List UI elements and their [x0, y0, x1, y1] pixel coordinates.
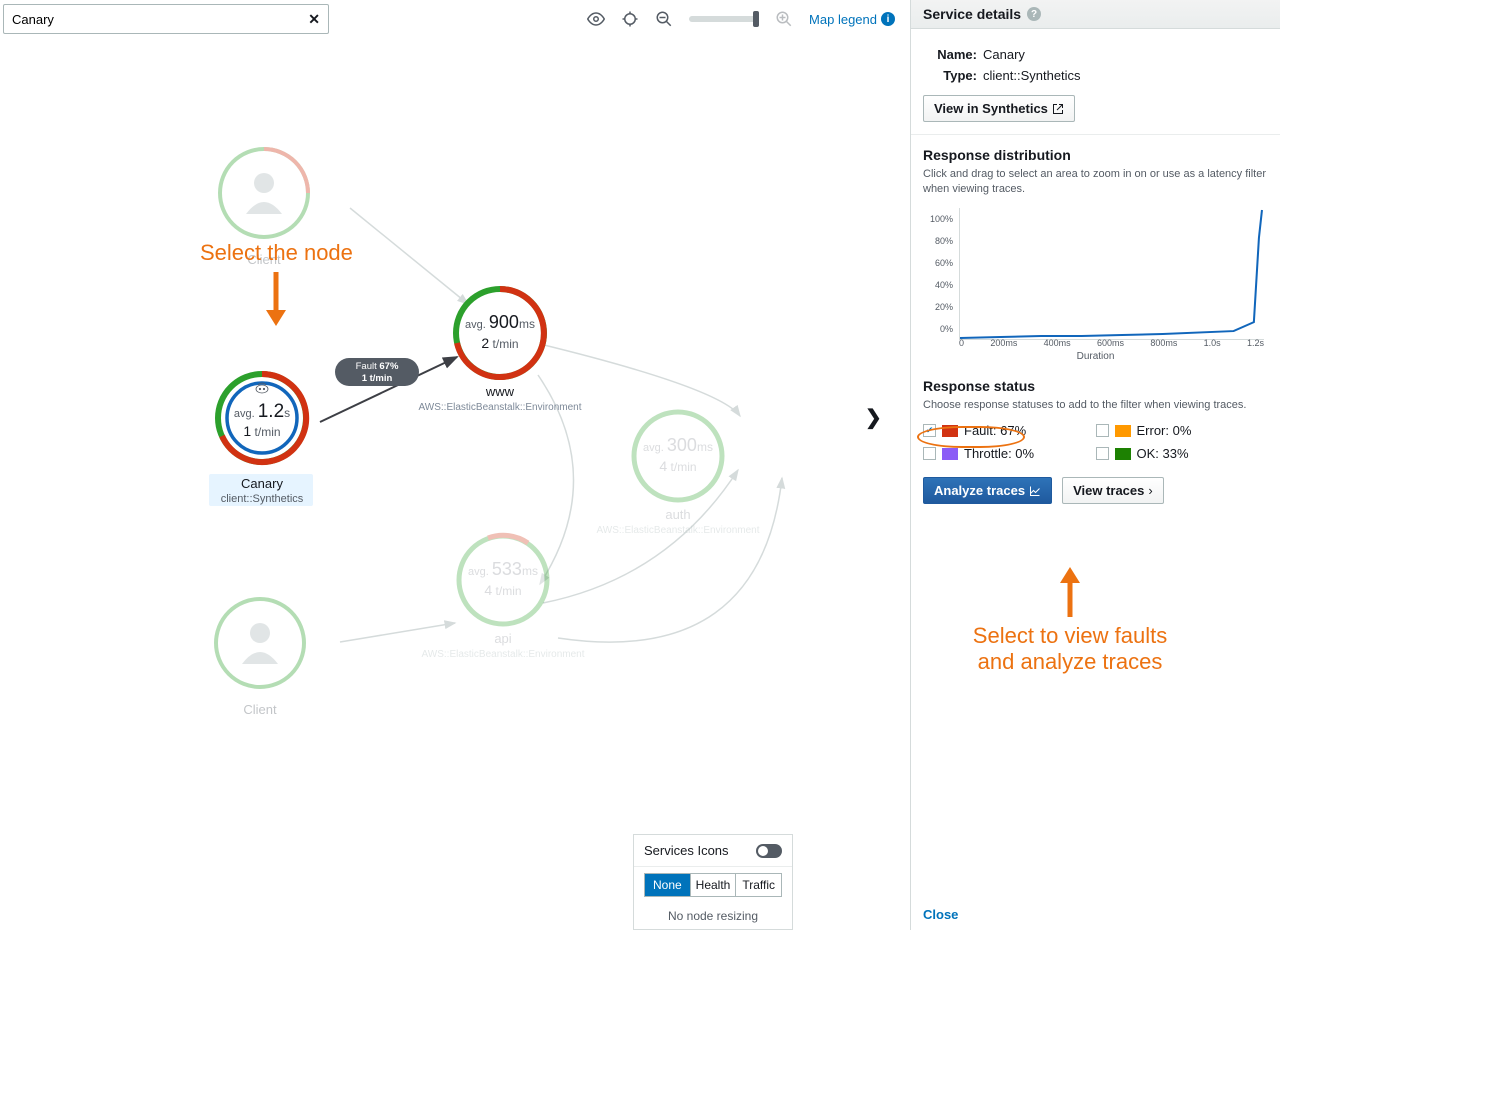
status-ok[interactable]: OK: 33% [1096, 446, 1269, 461]
fault-swatch [942, 425, 958, 437]
svg-text:auth: auth [665, 507, 690, 522]
svg-text:api: api [494, 631, 511, 646]
resp-dist-sub: Click and drag to select an area to zoom… [923, 167, 1268, 198]
seg-health[interactable]: Health [691, 874, 737, 896]
chart-x-labels: 0200ms400ms600ms800ms1.0s1.2s [959, 338, 1264, 348]
search-box[interactable]: ✕ [3, 4, 329, 34]
seg-traffic[interactable]: Traffic [736, 874, 781, 896]
status-error[interactable]: Error: 0% [1096, 423, 1269, 438]
close-panel-link[interactable]: Close [923, 907, 958, 922]
svg-text:Fault 67%: Fault 67% [356, 361, 399, 372]
chart-x-title: Duration [923, 351, 1268, 362]
status-fault[interactable]: Fault: 67% [923, 423, 1096, 438]
info-icon: i [881, 12, 895, 26]
search-input[interactable] [12, 12, 308, 27]
svg-text:2 t/min: 2 t/min [481, 335, 518, 351]
chart-y-labels: 100%80%60%40%20%0% [923, 208, 957, 340]
chart-icon [1029, 485, 1041, 497]
throttle-swatch [942, 448, 958, 460]
seg-none[interactable]: None [645, 874, 691, 896]
svg-text:AWS::ElasticBeanstalk::Environ: AWS::ElasticBeanstalk::Environment [421, 649, 584, 660]
svg-text:www: www [485, 384, 515, 399]
node-api[interactable]: avg. 533ms 4 t/min api AWS::ElasticBeans… [421, 535, 584, 660]
view-synthetics-button[interactable]: View in Synthetics [923, 95, 1075, 122]
node-client-bottom[interactable]: Client [216, 599, 304, 717]
name-label: Name: [923, 47, 977, 62]
help-icon[interactable]: ? [1027, 7, 1041, 21]
eye-icon[interactable] [587, 10, 605, 28]
edge-fault-badge: Fault 67% 1 t/min [335, 358, 419, 386]
details-title: Service details [923, 6, 1021, 22]
services-icons-title: Services Icons [644, 843, 729, 858]
target-icon[interactable] [621, 10, 639, 28]
svg-text:4 t/min: 4 t/min [484, 582, 521, 598]
throttle-checkbox[interactable] [923, 447, 936, 460]
name-value: Canary [983, 47, 1025, 62]
resize-label: No node resizing [634, 903, 792, 929]
zoom-in-icon[interactable] [775, 10, 793, 28]
response-distribution-chart[interactable]: 100%80%60%40%20%0% 0200ms400ms600ms800ms… [923, 208, 1268, 358]
type-label: Type: [923, 68, 977, 83]
annotation-analyze-traces: Select to view faults and analyze traces [965, 565, 1175, 676]
ok-swatch [1115, 448, 1131, 460]
resp-dist-title: Response distribution [923, 147, 1268, 163]
tool-icons: Map legend i [587, 10, 905, 28]
toolbar: ✕ Map legend i [3, 3, 905, 35]
svg-text:4 t/min: 4 t/min [659, 458, 696, 474]
svg-text:Canary: Canary [241, 476, 283, 491]
svg-text:AWS::ElasticBeanstalk::Environ: AWS::ElasticBeanstalk::Environment [418, 402, 581, 413]
svg-text:Client: Client [243, 702, 277, 717]
services-icons-toggle[interactable] [756, 844, 782, 858]
svg-text:client::Synthetics: client::Synthetics [221, 493, 304, 505]
svg-text:1 t/min: 1 t/min [243, 423, 280, 439]
service-details-panel: Service details ? Name: Canary Type: clien… [910, 0, 1280, 930]
error-checkbox[interactable] [1096, 424, 1109, 437]
node-canary[interactable]: avg. 1.2s 1 t/min Canary client::Synthet… [209, 374, 313, 506]
resp-status-sub: Choose response statuses to add to the f… [923, 398, 1268, 413]
service-map[interactable]: Fault 67% 1 t/min Client Client avg. 1.2… [0, 36, 905, 930]
chevron-right-icon: › [1148, 483, 1152, 498]
status-throttle[interactable]: Throttle: 0% [923, 446, 1096, 461]
zoom-slider-thumb[interactable] [753, 11, 759, 27]
resp-status-title: Response status [923, 378, 1268, 394]
fault-checkbox[interactable] [923, 424, 936, 437]
view-traces-button[interactable]: View traces › [1062, 477, 1164, 504]
svg-text:1 t/min: 1 t/min [362, 373, 393, 384]
type-value: client::Synthetics [983, 68, 1081, 83]
ok-checkbox[interactable] [1096, 447, 1109, 460]
clear-search-icon[interactable]: ✕ [308, 11, 320, 28]
zoom-out-icon[interactable] [655, 10, 673, 28]
external-link-icon [1052, 103, 1064, 115]
svg-text:AWS::ElasticBeanstalk::Environ: AWS::ElasticBeanstalk::Environment [596, 525, 759, 536]
side-expand-chevron-icon[interactable]: ❯ [865, 405, 882, 430]
error-swatch [1115, 425, 1131, 437]
annotation-select-node: Select the node [200, 240, 353, 330]
map-legend-link[interactable]: Map legend i [809, 12, 895, 27]
resize-seg-control: None Health Traffic [644, 873, 782, 897]
details-header: Service details ? [911, 0, 1280, 29]
node-www[interactable]: avg. 900ms 2 t/min www AWS::ElasticBeans… [418, 289, 581, 413]
zoom-slider[interactable] [689, 16, 759, 22]
services-icons-panel: Services Icons None Health Traffic No no… [633, 834, 793, 930]
map-legend-label: Map legend [809, 12, 877, 27]
analyze-traces-button[interactable]: Analyze traces [923, 477, 1052, 504]
